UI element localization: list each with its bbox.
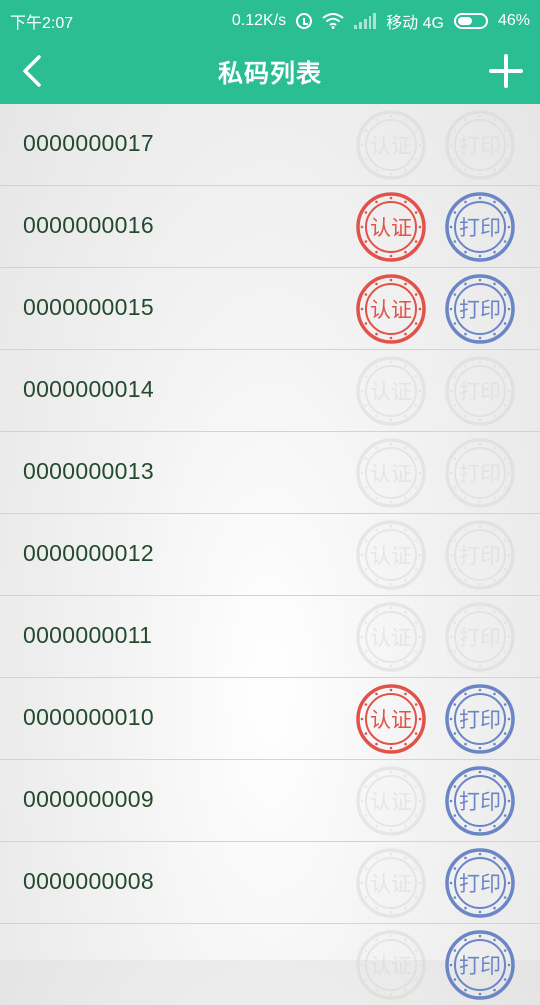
auth-stamp-icon[interactable]: 认证 — [355, 683, 427, 755]
status-time: 下午2:07 — [10, 15, 74, 32]
svg-text:认证: 认证 — [370, 790, 412, 814]
add-button[interactable] — [486, 51, 526, 91]
private-code: 0000000015 — [23, 294, 154, 320]
private-code: 0000000008 — [23, 868, 154, 894]
list-item[interactable]: 0000000013 认证 打印 — [0, 432, 540, 514]
svg-text:认证: 认证 — [370, 872, 412, 896]
print-stamp-icon[interactable]: 打印 — [444, 519, 516, 591]
private-code: 0000000014 — [23, 376, 154, 402]
print-stamp-icon[interactable]: 打印 — [444, 683, 516, 755]
auth-stamp-icon[interactable]: 认证 — [355, 191, 427, 263]
private-code: 0000000016 — [23, 212, 154, 238]
list-item[interactable]: 0000000010 认证 打印 — [0, 678, 540, 760]
svg-text:打印: 打印 — [459, 462, 501, 486]
auth-stamp-icon[interactable]: 认证 — [355, 437, 427, 509]
private-code: 0000000012 — [23, 540, 154, 566]
battery-percent: 46% — [497, 12, 530, 29]
svg-text:打印: 打印 — [459, 708, 501, 732]
svg-text:认证: 认证 — [370, 954, 412, 978]
list-item[interactable]: 0000000016 认证 打印 — [0, 186, 540, 268]
app-bar: 私码列表 — [0, 38, 540, 104]
svg-text:打印: 打印 — [459, 544, 501, 568]
svg-text:认证: 认证 — [370, 216, 412, 240]
print-stamp-icon[interactable]: 打印 — [444, 109, 516, 181]
svg-text:认证: 认证 — [370, 298, 412, 322]
svg-text:打印: 打印 — [459, 872, 501, 896]
private-code: 0000000009 — [23, 786, 154, 812]
plus-icon — [489, 54, 523, 88]
page-title: 私码列表 — [217, 59, 322, 88]
wifi-icon — [322, 13, 344, 29]
print-stamp-icon[interactable]: 打印 — [444, 765, 516, 837]
print-stamp-icon[interactable]: 打印 — [444, 437, 516, 509]
status-bar: 下午2:07 0.12K/s 移动 4G 46% — [0, 0, 540, 38]
auth-stamp-icon[interactable]: 认证 — [355, 355, 427, 427]
signal-icon — [354, 13, 377, 29]
private-code: 0000000010 — [23, 704, 154, 730]
svg-text:认证: 认证 — [370, 462, 412, 486]
svg-text:打印: 打印 — [459, 626, 501, 650]
private-code: 0000000013 — [23, 458, 154, 484]
svg-text:认证: 认证 — [370, 380, 412, 404]
net-speed: 0.12K/s — [231, 12, 287, 29]
print-stamp-icon[interactable]: 打印 — [444, 929, 516, 1001]
status-right: 0.12K/s 移动 4G 46% — [232, 9, 530, 33]
auth-stamp-icon[interactable]: 认证 — [355, 765, 427, 837]
auth-stamp-icon[interactable]: 认证 — [355, 273, 427, 345]
list-item[interactable]: 0000000014 认证 打印 — [0, 350, 540, 432]
list-item[interactable]: 0000000008 认证 打印 — [0, 842, 540, 924]
print-stamp-icon[interactable]: 打印 — [444, 847, 516, 919]
auth-stamp-icon[interactable]: 认证 — [355, 929, 427, 1001]
svg-text:认证: 认证 — [370, 626, 412, 650]
list-item[interactable]: 认证 打印 — [0, 924, 540, 1006]
carrier-label: 移动 4G — [386, 15, 444, 32]
svg-text:认证: 认证 — [370, 708, 412, 732]
private-code: 0000000017 — [23, 130, 154, 156]
auth-stamp-icon[interactable]: 认证 — [355, 601, 427, 673]
svg-text:认证: 认证 — [370, 544, 412, 568]
list-item[interactable]: 0000000015 认证 打印 — [0, 268, 540, 350]
svg-text:打印: 打印 — [459, 298, 501, 322]
svg-text:打印: 打印 — [459, 216, 501, 240]
list-item[interactable]: 0000000009 认证 打印 — [0, 760, 540, 842]
auth-stamp-icon[interactable]: 认证 — [355, 109, 427, 181]
private-code-list: 0000000017 认证 打印 0000000016 认证 打印 0000000015 认证… — [0, 104, 540, 1006]
list-item[interactable]: 0000000011 认证 打印 — [0, 596, 540, 678]
private-code: 0000000011 — [23, 622, 153, 648]
svg-text:打印: 打印 — [459, 954, 501, 978]
alarm-icon — [296, 13, 313, 29]
print-stamp-icon[interactable]: 打印 — [444, 601, 516, 673]
print-stamp-icon[interactable]: 打印 — [444, 355, 516, 427]
svg-text:打印: 打印 — [459, 380, 501, 404]
svg-text:认证: 认证 — [370, 134, 412, 158]
print-stamp-icon[interactable]: 打印 — [444, 273, 516, 345]
list-item[interactable]: 0000000017 认证 打印 — [0, 104, 540, 186]
list-item[interactable]: 0000000012 认证 打印 — [0, 514, 540, 596]
auth-stamp-icon[interactable]: 认证 — [355, 847, 427, 919]
auth-stamp-icon[interactable]: 认证 — [355, 519, 427, 591]
svg-text:打印: 打印 — [459, 134, 501, 158]
battery-icon — [453, 13, 488, 29]
print-stamp-icon[interactable]: 打印 — [444, 191, 516, 263]
svg-text:打印: 打印 — [459, 790, 501, 814]
